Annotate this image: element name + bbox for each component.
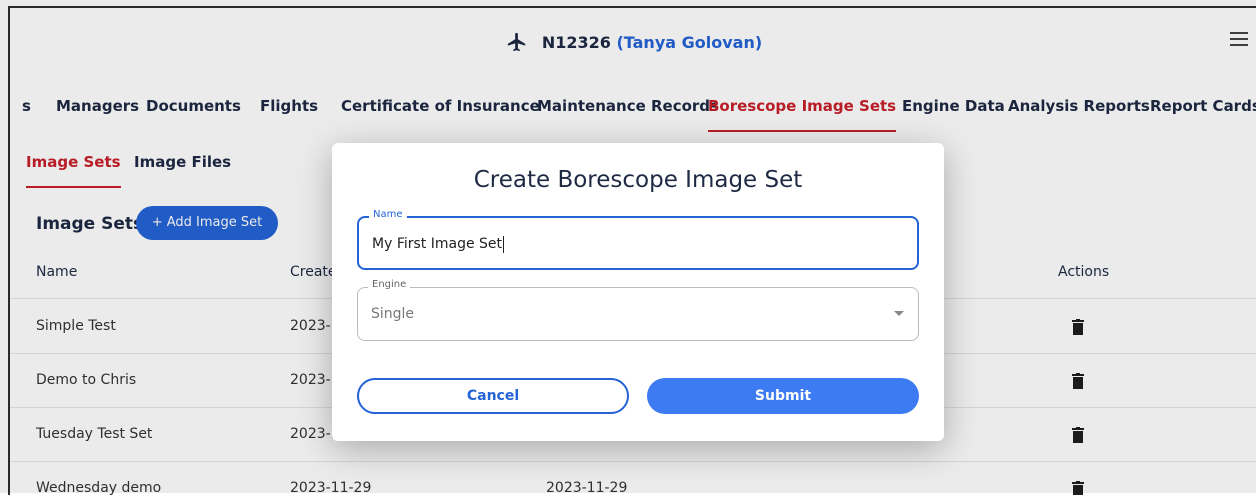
name-value: My First Image Set — [372, 236, 503, 252]
engine-value: Single — [371, 306, 415, 322]
create-image-set-dialog: Create Borescope Image Set Name My First… — [332, 143, 944, 441]
engine-select[interactable]: Engine Single — [357, 279, 919, 341]
dialog-title: Create Borescope Image Set — [473, 167, 803, 193]
submit-button[interactable]: Submit — [647, 378, 919, 414]
name-input[interactable]: Name My First Image Set — [357, 209, 919, 270]
dropdown-arrow-icon[interactable] — [894, 311, 904, 316]
text-cursor — [503, 235, 505, 253]
cancel-button[interactable]: Cancel — [357, 378, 629, 414]
